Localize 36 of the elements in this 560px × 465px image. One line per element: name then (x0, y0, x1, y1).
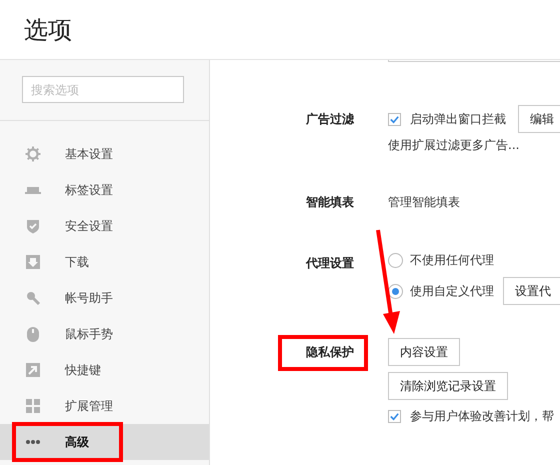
section-label: 代理设置 (306, 254, 354, 272)
section-label: 隐私保护 (306, 344, 354, 360)
radio-label: 不使用任何代理 (410, 252, 494, 268)
grid-icon (25, 398, 41, 414)
settings-button[interactable]: 清除浏览记录设置 (388, 372, 508, 400)
settings-button[interactable]: 设置代 (503, 277, 560, 305)
link-text[interactable]: 管理智能填表 (388, 194, 460, 210)
mouse-icon (25, 326, 41, 342)
radio-button[interactable] (388, 252, 403, 268)
key-icon (25, 290, 41, 306)
sidebar-item[interactable]: 扩展管理 (0, 388, 209, 424)
sidebar-item[interactable]: 快捷键 (0, 352, 209, 388)
sidebar-item[interactable]: 鼠标手势 (0, 316, 209, 352)
link-text[interactable]: 使用扩展过滤更多广告... (388, 136, 520, 154)
checkbox-label: 参与用户体验改善计划，帮 (410, 408, 554, 424)
window-title: 选项 (24, 14, 72, 46)
settings-button[interactable]: 编辑 (518, 105, 560, 133)
sidebar-item[interactable]: 下载 (0, 244, 209, 280)
section-label: 智能填表 (306, 194, 354, 210)
section-label: 广告过滤 (306, 110, 354, 128)
checkbox-label: 启动弹出窗口拦截 (410, 110, 506, 128)
sidebar-item[interactable]: 高级 (0, 424, 209, 460)
checkbox[interactable] (388, 112, 401, 126)
checkbox[interactable] (388, 410, 401, 422)
sidebar-item[interactable]: 安全设置 (0, 208, 209, 244)
sidebar-item[interactable]: 基本设置 (0, 136, 209, 172)
shield-icon (25, 218, 41, 234)
settings-icon (25, 146, 41, 162)
search-field[interactable]: 搜索选项 (22, 76, 184, 103)
radio-label: 使用自定义代理 (410, 282, 494, 300)
sidebar-item[interactable]: 帐号助手 (0, 280, 209, 316)
radio-button[interactable] (388, 284, 403, 298)
settings-button[interactable]: 内容设置 (388, 338, 460, 366)
download-icon (25, 254, 41, 270)
shortcut-icon (25, 362, 41, 378)
sidebar-item[interactable]: 标签设置 (0, 172, 209, 208)
